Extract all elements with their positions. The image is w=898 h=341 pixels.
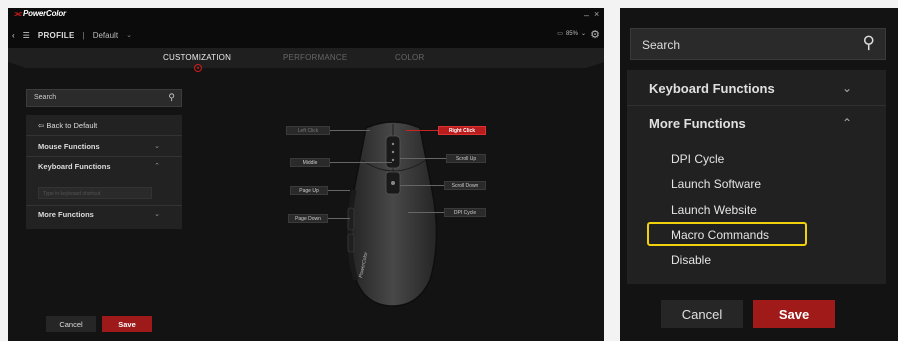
app-window: ⫘ PowerColor – × ‹ ☰ PROFILE | Default ⌄… bbox=[8, 8, 604, 341]
left-click-callout[interactable]: Left Click bbox=[286, 126, 330, 135]
leader-line bbox=[406, 130, 438, 131]
menu-icon[interactable]: ☰ bbox=[23, 31, 30, 40]
function-panel: ⇦ Back to Default Mouse Functions ⌄ Keyb… bbox=[26, 115, 182, 229]
dpi-cycle-option[interactable]: DPI Cycle bbox=[671, 152, 724, 166]
launch-software-option[interactable]: Launch Software bbox=[671, 177, 761, 191]
minimize-button[interactable]: – bbox=[584, 10, 589, 20]
chevron-down-icon: ⌄ bbox=[154, 143, 160, 150]
back-to-default-label: Back to Default bbox=[46, 121, 98, 130]
save-button[interactable]: Save bbox=[102, 316, 152, 332]
dpi-cycle-callout[interactable]: DPI Cycle bbox=[444, 208, 486, 217]
battery-indicator: ▭ 85% ⌄ bbox=[557, 30, 586, 38]
mouse-illustration: PowerColor bbox=[347, 121, 438, 307]
zoom-function-list: Keyboard Functions ⌄ More Functions ⌃ DP… bbox=[627, 70, 886, 284]
zoom-cancel-button[interactable]: Cancel bbox=[661, 300, 743, 328]
brand-logo: ⫘ PowerColor bbox=[14, 9, 66, 18]
zoomed-function-panel: Search ⚲ Keyboard Functions ⌄ More Funct… bbox=[620, 8, 898, 341]
chevron-up-icon: ⌃ bbox=[154, 163, 160, 170]
tab-color[interactable]: COLOR bbox=[395, 53, 424, 62]
chevron-down-icon[interactable]: ⌄ bbox=[581, 30, 586, 37]
chevron-down-icon: ⌄ bbox=[154, 211, 160, 218]
disable-option[interactable]: Disable bbox=[671, 253, 711, 267]
cancel-button[interactable]: Cancel bbox=[46, 316, 96, 332]
zoom-search-input[interactable]: Search ⚲ bbox=[630, 28, 886, 60]
leader-line bbox=[408, 212, 444, 213]
keyboard-functions-label: Keyboard Functions bbox=[38, 162, 111, 171]
right-click-callout[interactable]: Right Click bbox=[438, 126, 486, 135]
chevron-down-icon: ⌄ bbox=[841, 81, 852, 95]
page-down-callout[interactable]: Page Down bbox=[288, 214, 328, 223]
mouse-functions-label: Mouse Functions bbox=[38, 142, 100, 151]
zoom-keyboard-functions-label: Keyboard Functions bbox=[649, 81, 775, 96]
leader-line bbox=[328, 218, 350, 219]
more-functions-label: More Functions bbox=[38, 210, 94, 219]
title-separator: | bbox=[82, 30, 85, 40]
battery-level: 85% bbox=[565, 30, 578, 37]
zoom-save-button[interactable]: Save bbox=[753, 300, 835, 328]
active-tab-indicator-icon bbox=[194, 64, 202, 72]
search-placeholder: Search bbox=[34, 94, 57, 101]
title-bar: ⫘ PowerColor – × ‹ ☰ PROFILE | Default ⌄… bbox=[8, 8, 604, 48]
search-icon[interactable]: ⚲ bbox=[168, 92, 175, 103]
tab-performance[interactable]: PERFORMANCE bbox=[283, 53, 347, 62]
scroll-down-callout[interactable]: Scroll Down bbox=[444, 181, 486, 190]
leader-line bbox=[330, 130, 370, 131]
page-up-callout[interactable]: Page Up bbox=[290, 186, 328, 195]
macro-commands-highlight bbox=[647, 222, 807, 246]
chevron-up-icon: ⌃ bbox=[841, 116, 852, 130]
back-arrow-icon: ⇦ bbox=[38, 121, 45, 130]
profile-select[interactable]: Default bbox=[93, 31, 118, 40]
leader-line bbox=[400, 158, 446, 159]
scroll-up-callout[interactable]: Scroll Up bbox=[446, 154, 486, 163]
battery-icon: ▭ bbox=[557, 31, 563, 37]
middle-callout[interactable]: Middle bbox=[290, 158, 330, 167]
zoom-search-placeholder: Search bbox=[642, 38, 681, 52]
launch-website-option[interactable]: Launch Website bbox=[671, 203, 757, 217]
tab-customization[interactable]: CUSTOMIZATION bbox=[163, 53, 231, 62]
search-icon[interactable]: ⚲ bbox=[863, 33, 875, 53]
back-arrow-icon[interactable]: ‹ bbox=[12, 31, 15, 40]
search-input[interactable]: Search ⚲ bbox=[26, 89, 182, 107]
close-button[interactable]: × bbox=[594, 9, 599, 19]
leader-line bbox=[400, 185, 444, 186]
leader-line bbox=[328, 190, 350, 191]
zoom-more-functions-label: More Functions bbox=[649, 116, 746, 131]
leader-line bbox=[330, 162, 392, 163]
gear-icon[interactable]: ⚙ bbox=[590, 28, 600, 41]
keyboard-shortcut-input[interactable]: Type in keyboard shortcut bbox=[38, 187, 152, 199]
page-title: PROFILE bbox=[37, 30, 75, 40]
chevron-down-icon[interactable]: ⌄ bbox=[126, 31, 132, 39]
nav-row: ‹ ☰ PROFILE | Default ⌄ bbox=[12, 28, 132, 42]
